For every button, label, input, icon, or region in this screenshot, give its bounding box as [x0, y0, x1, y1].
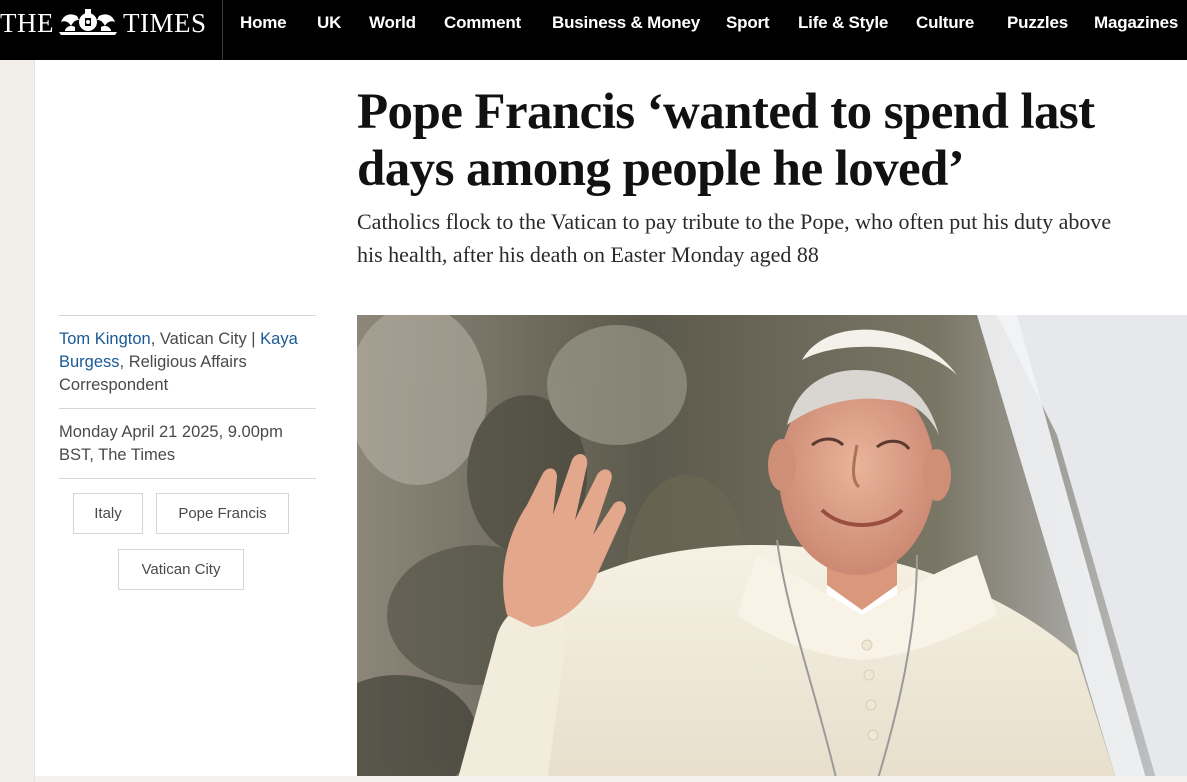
nav-item-puzzles[interactable]: Puzzles	[1007, 12, 1068, 34]
nav-item-sport[interactable]: Sport	[726, 12, 770, 34]
standfirst-line-2: his health, after his death on Easter Mo…	[357, 242, 819, 267]
author1-location: , Vatican City |	[150, 330, 261, 348]
nav-item-uk[interactable]: UK	[317, 12, 341, 34]
nav-item-business-money[interactable]: Business & Money	[552, 12, 700, 34]
meta-divider-bottom	[59, 478, 316, 479]
masthead-logo[interactable]: THE TIMES	[0, 0, 223, 60]
author-link-burgess[interactable]: Burgess	[59, 353, 120, 371]
article-lead-image	[357, 315, 1187, 782]
author2-role-continued: Correspondent	[59, 376, 169, 394]
meta-divider-top	[59, 315, 316, 316]
crest-icon	[59, 9, 117, 35]
headline-line-2: days among people he loved’	[357, 141, 965, 197]
top-navigation: THE TIMES Home UK World Comment Business…	[0, 0, 1187, 60]
logo-the-text: THE	[0, 8, 54, 38]
nav-item-culture[interactable]: Culture	[916, 12, 974, 34]
byline: Tom Kington, Vatican City | Kaya Burgess…	[59, 328, 316, 397]
article-headline: Pope Francis ‘wanted to spend last days …	[357, 84, 1187, 198]
page-bottom-strip	[35, 776, 1187, 782]
tag-pope-francis[interactable]: Pope Francis	[156, 493, 289, 534]
tag-vatican-city[interactable]: Vatican City	[118, 549, 244, 590]
tag-italy[interactable]: Italy	[73, 493, 143, 534]
left-gutter	[0, 60, 34, 782]
nav-item-magazines[interactable]: Magazines	[1094, 12, 1178, 34]
meta-divider-middle	[59, 408, 316, 409]
dateline-line-2: BST, The Times	[59, 446, 176, 464]
author-link-kaya[interactable]: Kaya	[260, 330, 298, 348]
nav-item-life-style[interactable]: Life & Style	[798, 12, 888, 34]
author-link-tom-kington[interactable]: Tom Kington	[59, 330, 151, 348]
dateline-line-1: Monday April 21 2025, 9.00pm	[59, 423, 283, 441]
article-standfirst: Catholics flock to the Vatican to pay tr…	[357, 205, 1187, 271]
author2-role: , Religious Affairs	[119, 353, 247, 371]
headline-line-1: Pope Francis ‘wanted to spend last	[357, 84, 1095, 140]
dateline: Monday April 21 2025, 9.00pm BST, The Ti…	[59, 421, 316, 467]
standfirst-line-1: Catholics flock to the Vatican to pay tr…	[357, 209, 1112, 234]
logo-times-text: TIMES	[123, 8, 207, 38]
nav-item-comment[interactable]: Comment	[444, 12, 521, 34]
gutter-divider	[34, 60, 35, 782]
pope-photo-illustration	[357, 315, 1187, 782]
nav-item-home[interactable]: Home	[240, 12, 287, 34]
nav-item-world[interactable]: World	[369, 12, 416, 34]
